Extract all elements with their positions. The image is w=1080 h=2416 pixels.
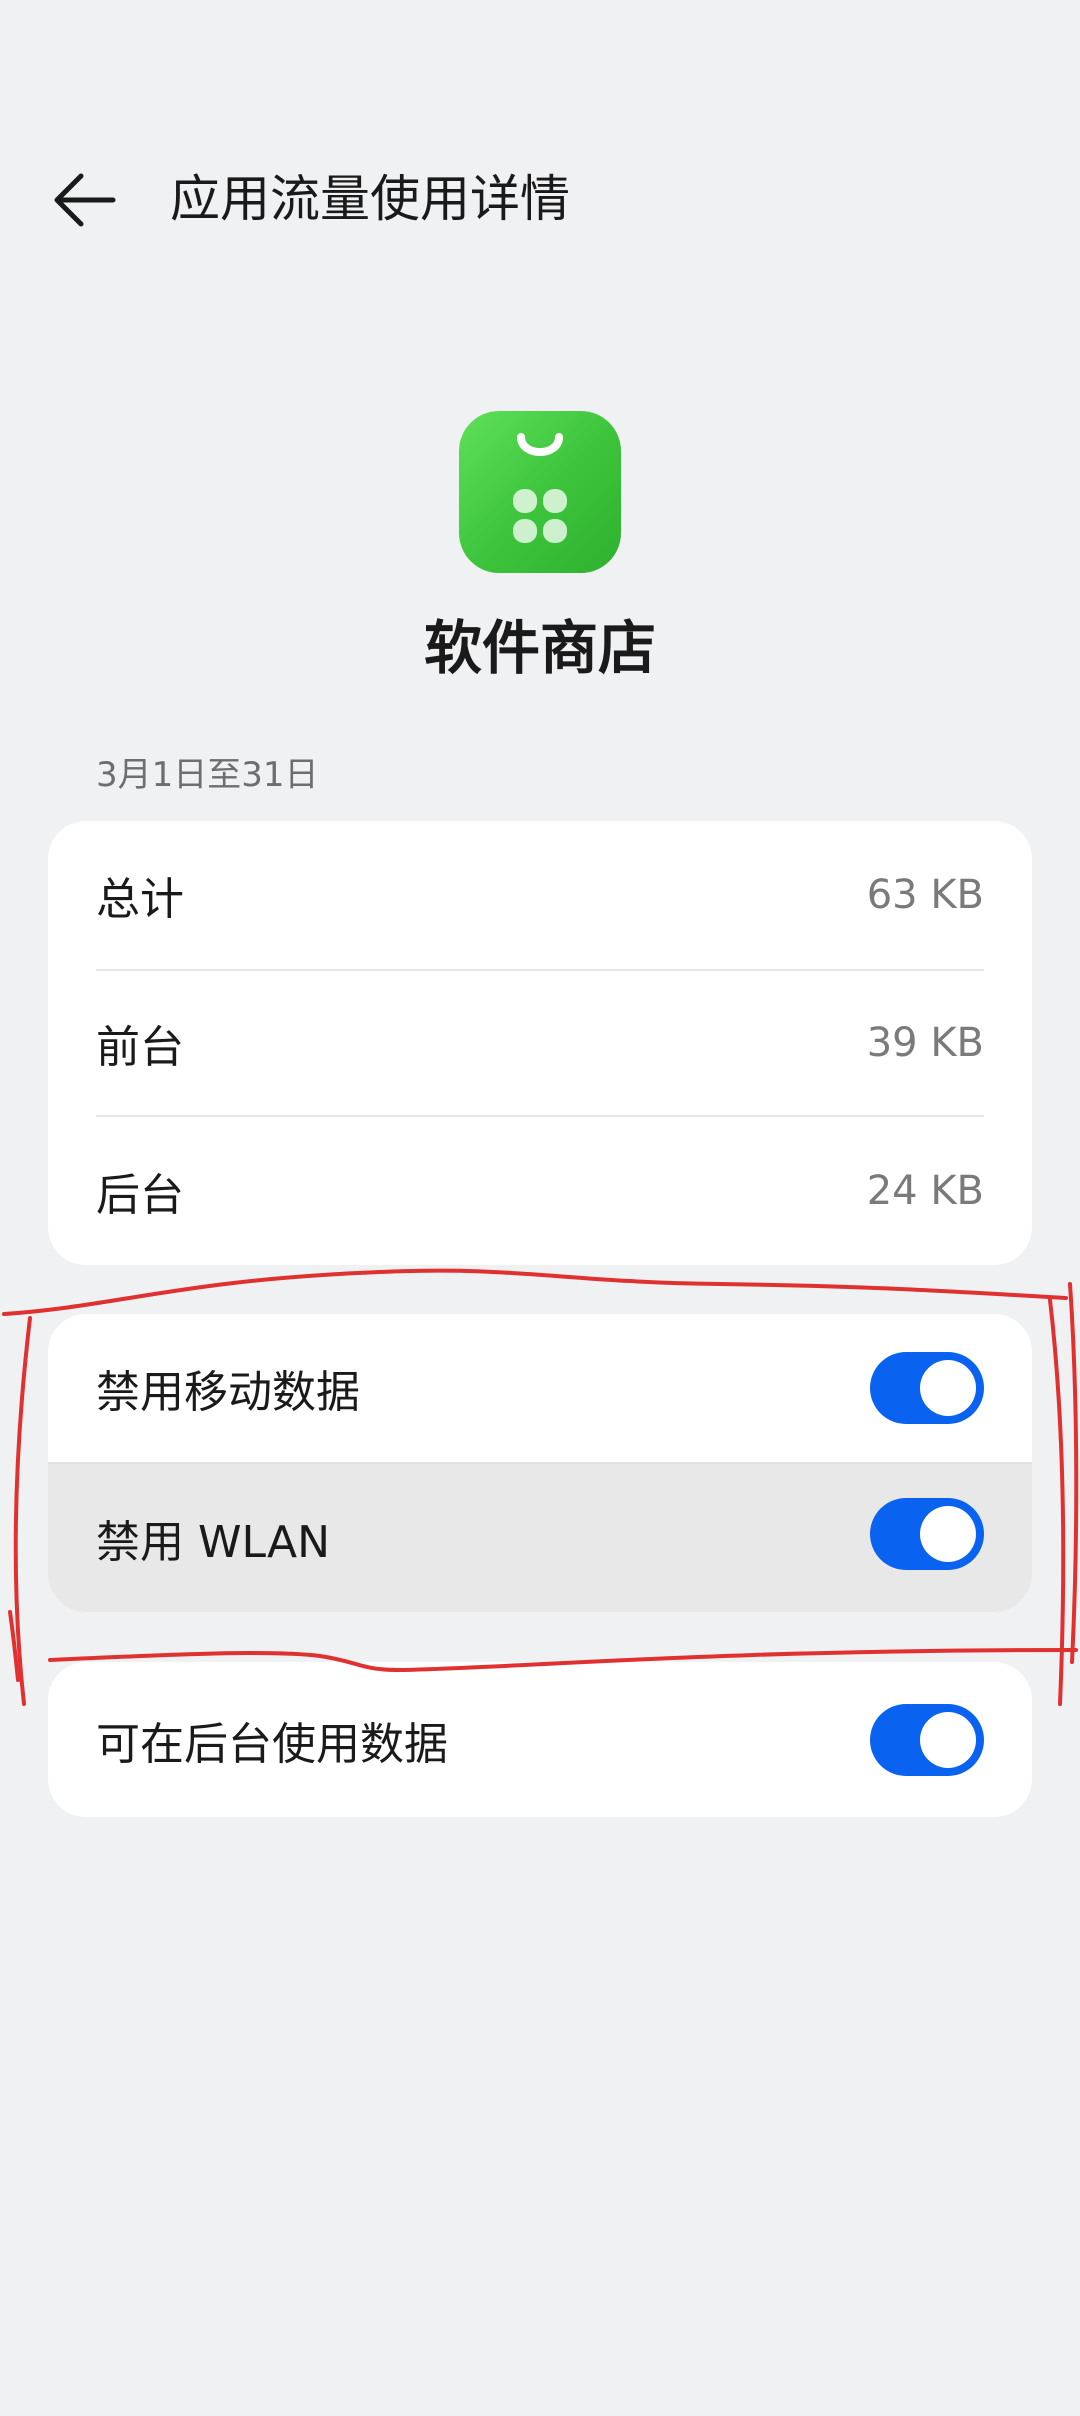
disable-wlan-row[interactable]: 禁用 WLAN — [48, 1464, 1032, 1612]
row-value: 39 KB — [866, 1020, 984, 1066]
app-store-icon — [459, 411, 621, 573]
usage-row-total: 总计 63 KB — [48, 821, 1032, 969]
background-data-card: 可在后台使用数据 — [48, 1662, 1032, 1817]
back-arrow-icon — [54, 173, 116, 227]
disable-mobile-data-toggle[interactable] — [870, 1352, 984, 1424]
network-restriction-card: 禁用移动数据 禁用 WLAN — [48, 1314, 1032, 1612]
disable-wlan-toggle[interactable] — [870, 1498, 984, 1570]
disable-mobile-data-row[interactable]: 禁用移动数据 — [48, 1314, 1032, 1462]
toggle-knob — [920, 1712, 976, 1768]
row-label: 前台 — [96, 1022, 184, 1073]
row-value: 63 KB — [866, 872, 984, 918]
app-bar: 应用流量使用详情 — [0, 140, 1080, 260]
background-data-row[interactable]: 可在后台使用数据 — [48, 1662, 1032, 1817]
page-title: 应用流量使用详情 — [170, 170, 570, 228]
usage-row-background: 后台 24 KB — [48, 1117, 1032, 1265]
date-range-label: 3月1日至31日 — [96, 755, 319, 795]
bag-clover-glyph — [513, 433, 567, 543]
row-label: 禁用 WLAN — [96, 1517, 331, 1568]
background-data-toggle[interactable] — [870, 1704, 984, 1776]
usage-card: 总计 63 KB 前台 39 KB 后台 24 KB — [48, 821, 1032, 1265]
row-label: 总计 — [96, 874, 184, 925]
back-button[interactable] — [44, 162, 124, 238]
row-value: 24 KB — [866, 1168, 984, 1214]
row-label: 可在后台使用数据 — [96, 1718, 448, 1770]
app-name: 软件商店 — [423, 614, 656, 682]
usage-row-foreground: 前台 39 KB — [48, 971, 1032, 1115]
row-label: 禁用移动数据 — [96, 1367, 360, 1418]
toggle-knob — [920, 1360, 976, 1416]
row-label: 后台 — [96, 1170, 184, 1221]
toggle-knob — [920, 1506, 976, 1562]
